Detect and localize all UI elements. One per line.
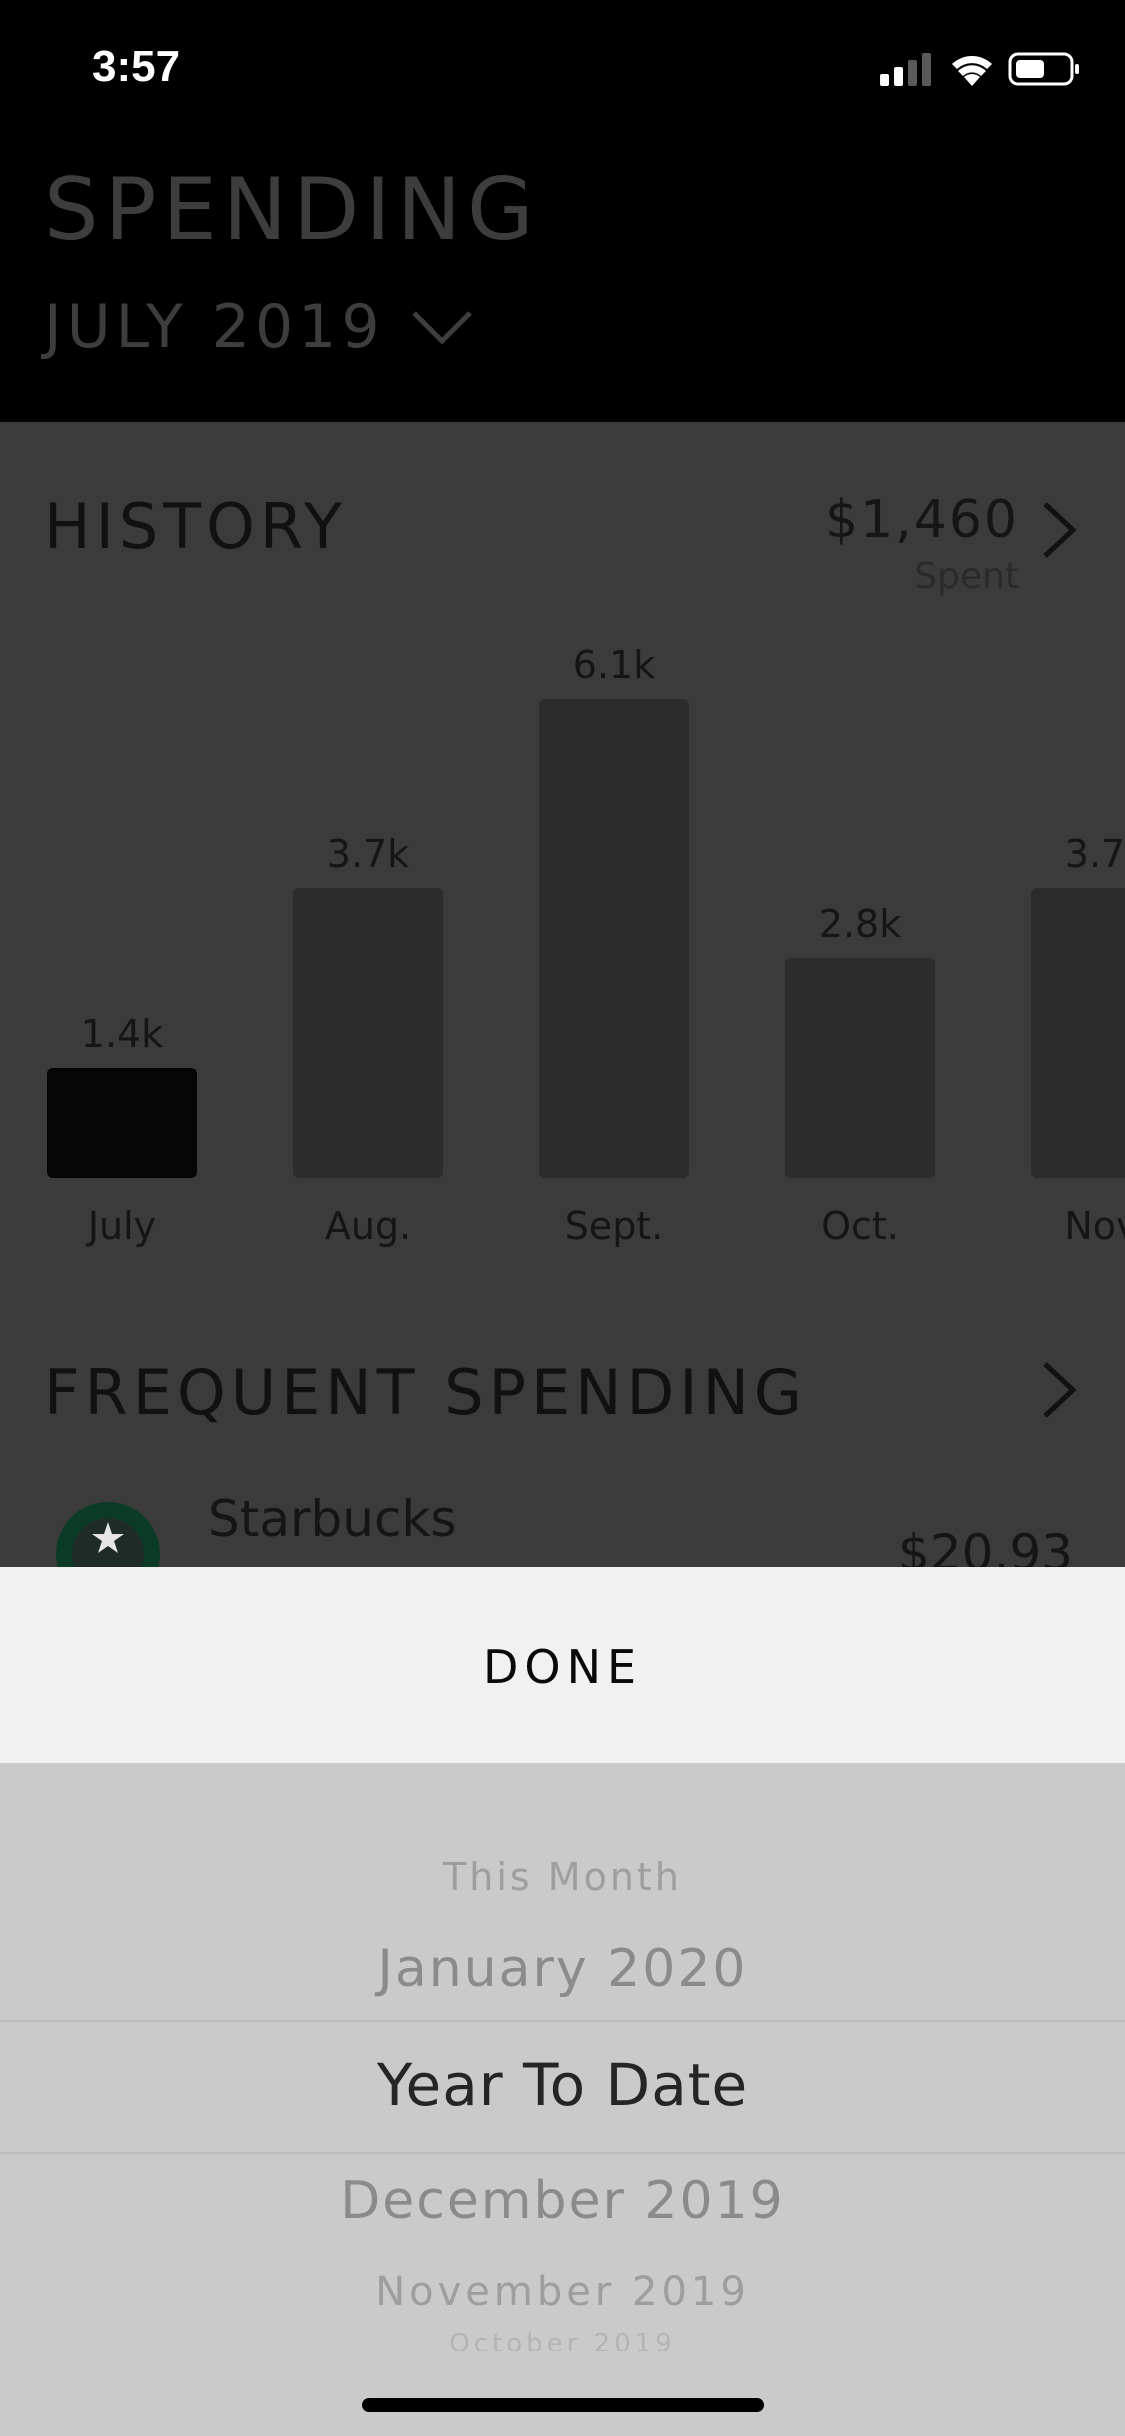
picker-option[interactable]: January 2020 bbox=[0, 1939, 1125, 1999]
home-indicator bbox=[362, 2398, 764, 2412]
chart-bar[interactable] bbox=[293, 888, 443, 1178]
chart-bar[interactable] bbox=[539, 699, 689, 1178]
list-item[interactable]: Starbucks $20.93 bbox=[0, 1490, 1125, 1567]
picker-option[interactable]: November 2019 bbox=[0, 2269, 1125, 2315]
history-chart: 1.4k July 3.7k Aug. 6.1k Sept. 2.8k Oct. 3.7k Nov… bbox=[0, 0, 1125, 1568]
chart-category-label: Aug. bbox=[324, 1204, 412, 1248]
frequent-spending-title: FREQUENT SPENDING bbox=[44, 1356, 807, 1429]
chart-category-label: Nov. bbox=[1064, 1204, 1125, 1248]
chart-category-label: July bbox=[87, 1204, 157, 1248]
chart-value-label: 2.8k bbox=[818, 902, 902, 946]
chart-bar[interactable] bbox=[1031, 888, 1125, 1178]
merchant-name: Starbucks bbox=[208, 1490, 457, 1548]
chart-bar[interactable] bbox=[785, 958, 935, 1178]
chart-value-label: 6.1k bbox=[572, 643, 656, 687]
picker-option[interactable]: December 2019 bbox=[0, 2171, 1125, 2231]
picker-option[interactable]: October 2019 bbox=[0, 2329, 1125, 2351]
picker-option-selected[interactable]: Year To Date bbox=[0, 2051, 1125, 2119]
chevron-right-icon[interactable] bbox=[1040, 1360, 1080, 1420]
chart-category-label: Oct. bbox=[821, 1204, 899, 1248]
picker-selection-top-line bbox=[0, 2020, 1125, 2022]
merchant-amount: $20.93 bbox=[898, 1524, 1073, 1567]
chart-bar[interactable] bbox=[47, 1068, 197, 1178]
picker-option[interactable]: This Month bbox=[0, 1855, 1125, 1899]
chart-category-label: Sept. bbox=[564, 1204, 664, 1248]
done-button[interactable]: DONE bbox=[0, 1640, 1125, 1694]
chart-value-label: 3.7k bbox=[326, 832, 410, 876]
chart-value-label: 1.4k bbox=[80, 1012, 164, 1056]
picker-selection-bottom-line bbox=[0, 2152, 1125, 2154]
starbucks-logo-icon bbox=[56, 1502, 160, 1567]
chart-value-label: 3.7k bbox=[1064, 832, 1125, 876]
period-picker[interactable]: This Month January 2020 Year To Date Dec… bbox=[0, 1763, 1125, 2436]
